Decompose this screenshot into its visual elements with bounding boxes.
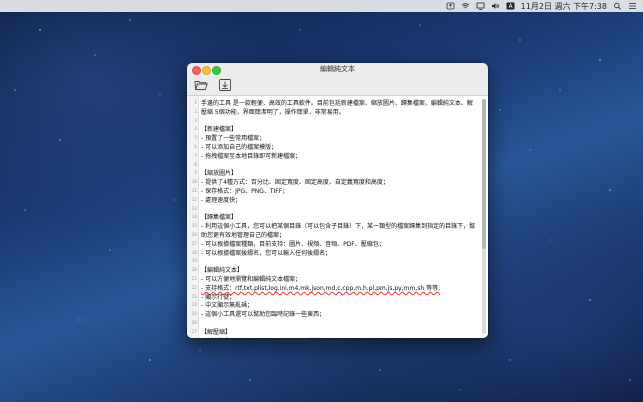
line-number: 12 (191, 197, 197, 203)
date-time[interactable]: 11月2日 週六 下午7:38 (521, 1, 607, 12)
display-icon[interactable] (476, 2, 485, 10)
line-number: 5 (194, 136, 197, 142)
title-bar[interactable]: 編輯純文本 (187, 63, 488, 75)
line-number: 24 (191, 303, 197, 309)
line-number: 22 (191, 285, 197, 291)
text-line: - 拖拽檔案至本地目錄即可新建檔案； (201, 152, 302, 160)
line-number: 10 (191, 180, 197, 186)
line-number: 19 (191, 259, 197, 265)
text-content[interactable]: 手邊的工具 是一款輕便、高效的工具軟件。目前包括新建檔案、縮放圖片、歸集檔案、編… (201, 96, 479, 338)
text-line: - 處理速度快； (201, 196, 242, 204)
text-editor[interactable]: 1 2 3 4 5 6 7 8 9 10 11 12 13 14 15 16 17 18 19 20 21 22 23 24 2… (187, 95, 488, 338)
line-number: 17 (191, 241, 197, 247)
text-line: - 可以方便地瀏覽和編輯純文本檔案； (201, 276, 302, 283)
wifi-icon[interactable] (461, 2, 470, 10)
text-line: - 保存格式：JPG、PNG、TIFF； (201, 188, 289, 195)
text-line: 【歸集檔案】 (201, 214, 238, 222)
scrollbar-thumb[interactable] (482, 99, 486, 249)
text-line: 【解壓縮】 (201, 328, 232, 336)
text-line: - 利用這個小工具，您可以把某個目錄（可以包含子目錄）下，某一類型的檔案歸集到指… (201, 223, 476, 231)
input-method-icon[interactable]: A (506, 2, 515, 10)
text-line: - 可以根據檔案種類，目前支持：圖片、視頻、音頻、PDF、壓縮包； (201, 240, 385, 248)
text-line: 【縮放圖片】 (201, 170, 238, 178)
save-download-icon (219, 79, 231, 91)
line-number: 4 (194, 127, 197, 133)
line-number: 8 (194, 162, 197, 168)
line-number: 18 (191, 250, 197, 256)
text-line: - 提供了4種方式：百分比、固定寬度、固定高度、自定義寬度和高度； (201, 179, 389, 187)
text-line: 【編輯純文本】 (201, 267, 244, 275)
line-number: 14 (191, 215, 197, 221)
text-line: 壓縮 5個功能，界面簡潔明了，操作簡單，非常易用。 (201, 108, 345, 116)
line-number: 1 (194, 101, 197, 106)
line-number-gutter: 1 2 3 4 5 6 7 8 9 10 11 12 13 14 15 16 17 18 19 20 21 22 23 24 2… (187, 96, 199, 338)
text-line: - 可以添加自己的檔案模版； (201, 144, 278, 151)
line-number: 3 (194, 118, 197, 124)
text-line: - 預置了一些常用檔案； (201, 135, 266, 143)
line-number: 20 (191, 268, 197, 274)
search-icon[interactable] (613, 2, 622, 10)
volume-icon[interactable] (491, 2, 500, 10)
text-line: 【新建檔案】 (201, 126, 238, 134)
upload-icon[interactable] (446, 2, 455, 10)
close-button[interactable] (192, 65, 201, 75)
text-line: - 中文顯示無亂碼； (201, 302, 254, 310)
open-button[interactable] (193, 77, 209, 93)
line-number: 27 (191, 329, 197, 335)
text-line: 手邊的工具 是一款輕便、高效的工具軟件。目前包括新建檔案、縮放圖片、歸集檔案、編… (201, 100, 473, 107)
toolbar (187, 75, 488, 96)
zoom-button[interactable] (212, 65, 221, 75)
line-number: 15 (191, 224, 197, 230)
save-button[interactable] (217, 77, 233, 93)
menu-bar: A 11月2日 週六 下午7:38 (0, 0, 643, 12)
line-number: 23 (191, 294, 197, 300)
line-number: 16 (191, 233, 197, 238)
text-line: 助您更有效地管理自己的檔案； (201, 232, 286, 239)
line-number: 25 (191, 312, 197, 318)
line-number: 9 (194, 171, 197, 177)
editor-window: 編輯純文本 1 2 3 4 5 6 7 8 9 10 11 12 13 14 15 16 17 18 19 20 21 2… (187, 63, 488, 338)
line-number: 2 (194, 109, 197, 115)
line-number: 26 (191, 321, 197, 326)
vertical-scrollbar[interactable] (482, 99, 486, 334)
text-line: - 這個小工具還可以幫助您臨時記錄一些東西； (201, 311, 326, 319)
line-number: 7 (194, 153, 197, 159)
line-number: 21 (191, 277, 197, 282)
window-title: 編輯純文本 (320, 65, 355, 73)
minimize-button[interactable] (202, 65, 211, 75)
folder-open-icon (194, 81, 208, 90)
text-line: - 支持格式：rtf,txt,plist,log,ini,m4,mk,json,… (201, 284, 441, 292)
line-number: 6 (194, 145, 197, 150)
line-number: 11 (191, 189, 197, 194)
text-line: - 顯示行號； (201, 293, 236, 301)
line-number: 13 (191, 206, 197, 212)
list-icon[interactable] (628, 2, 637, 10)
text-line: - 可以根據檔案後綴名，您可以輸入任何後綴名； (201, 249, 332, 257)
